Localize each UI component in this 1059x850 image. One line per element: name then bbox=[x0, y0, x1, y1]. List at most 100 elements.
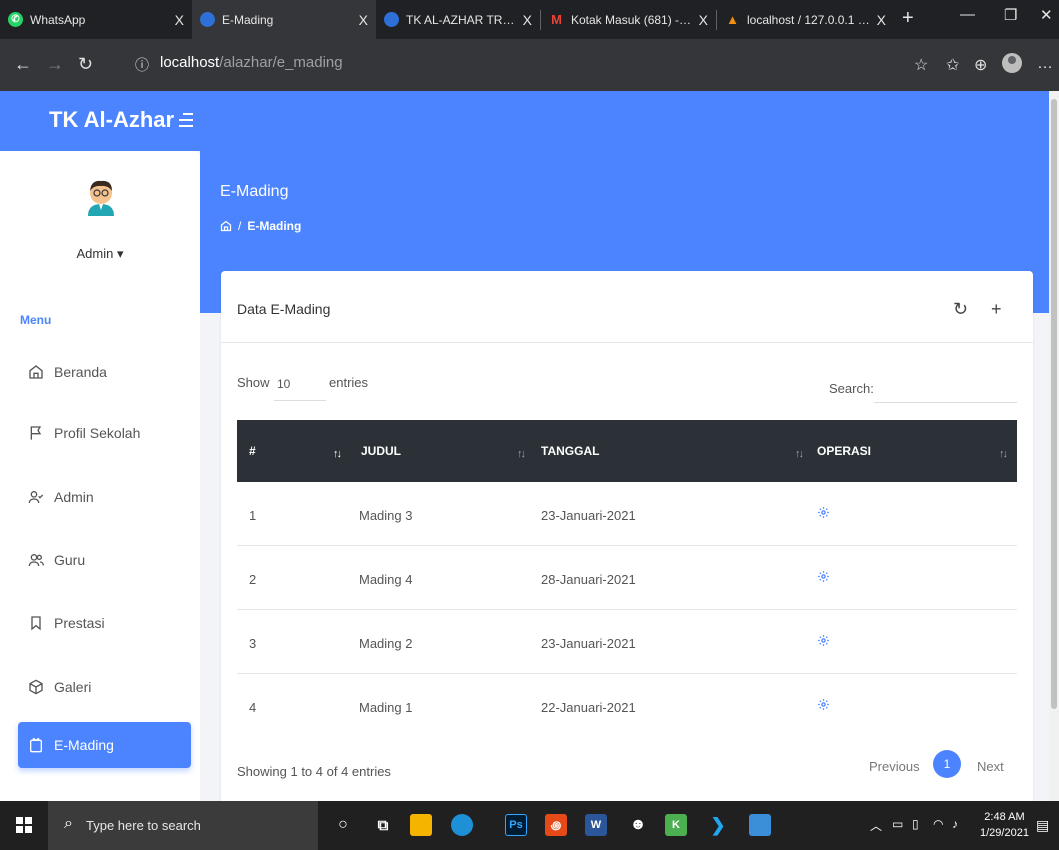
xampp-icon[interactable]: ꩜ bbox=[545, 814, 567, 836]
bookmark-icon bbox=[31, 616, 41, 631]
sidebar-item-label: Prestasi bbox=[54, 615, 105, 631]
restore-icon[interactable]: ❐ bbox=[1004, 6, 1017, 24]
windows-taskbar: ⌕ Type here to search ○ ⧉ Ps ꩜ W ☻ K ❯ ︿… bbox=[0, 801, 1059, 850]
user-dropdown[interactable]: Admin ▾ bbox=[0, 246, 200, 262]
search-input[interactable] bbox=[874, 375, 1017, 403]
brand-logo[interactable]: TK Al-Azhar bbox=[49, 107, 174, 133]
settings-gear-icon[interactable] bbox=[817, 698, 830, 711]
taskbar-clock[interactable]: 2:48 AM 1/29/2021 bbox=[980, 809, 1029, 841]
sidebar-item-profil-sekolah[interactable]: Profil Sekolah bbox=[18, 410, 191, 456]
more-menu-icon[interactable]: … bbox=[1037, 55, 1053, 73]
window-close-icon[interactable]: ✕ bbox=[1040, 6, 1053, 24]
page-1-button[interactable]: 1 bbox=[933, 750, 961, 778]
task-view-icon[interactable]: ⧉ bbox=[372, 814, 394, 836]
url-path: /alazhar/e_mading bbox=[219, 54, 343, 71]
emoji-app-icon[interactable]: ☻ bbox=[627, 814, 649, 836]
column-header-judul[interactable]: JUDUL bbox=[361, 444, 401, 458]
tab-phpmyadmin[interactable]: ▲ localhost / 127.0.0.1 / db_al X bbox=[717, 0, 894, 39]
network-icon[interactable]: ▭ bbox=[892, 817, 903, 831]
corel-icon[interactable]: K bbox=[665, 814, 687, 836]
home-icon[interactable] bbox=[220, 220, 232, 232]
users-icon bbox=[28, 554, 44, 567]
sort-icon[interactable]: ↑↓ bbox=[999, 448, 1008, 460]
sidebar-item-e-mading[interactable]: E-Mading bbox=[18, 722, 191, 768]
cell-no: 4 bbox=[249, 700, 257, 715]
previous-page-button[interactable]: Previous bbox=[869, 759, 920, 774]
collections-icon[interactable]: ⊕ bbox=[974, 55, 987, 75]
site-info-icon[interactable]: ⓘ bbox=[135, 55, 149, 75]
tab-title: localhost / 127.0.0.1 / db_al bbox=[747, 12, 871, 27]
sidebar-item-label: Beranda bbox=[54, 364, 107, 380]
sidebar-item-label: Admin bbox=[54, 489, 94, 505]
tab-close-button[interactable]: X bbox=[877, 12, 886, 28]
phpmyadmin-icon: ▲ bbox=[726, 12, 739, 27]
next-page-button[interactable]: Next bbox=[977, 759, 1004, 774]
address-bar: ← → ↻ ⓘ localhost/alazhar/e_mading ☆ ✩ ⊕… bbox=[0, 39, 1059, 91]
forward-icon[interactable]: → bbox=[46, 55, 64, 73]
tab-close-button[interactable]: X bbox=[359, 12, 368, 28]
back-icon[interactable]: ← bbox=[14, 55, 32, 73]
whatsapp-icon: ✆ bbox=[8, 12, 23, 27]
sort-icon[interactable]: ↑↓ bbox=[333, 448, 342, 460]
battery-icon[interactable]: ▯ bbox=[912, 817, 919, 831]
sidebar-item-galeri[interactable]: Galeri bbox=[18, 664, 191, 710]
table-header: # ↑↓ JUDUL ↑↓ TANGGAL ↑↓ OPERASI ↑↓ bbox=[237, 420, 1017, 482]
entries-select[interactable]: 10 bbox=[274, 371, 326, 401]
school-logo-icon bbox=[200, 12, 215, 27]
taskbar-search[interactable]: ⌕ Type here to search bbox=[48, 801, 318, 850]
tab-e-mading[interactable]: E-Mading X bbox=[192, 0, 376, 39]
wifi-icon[interactable]: ◠ bbox=[933, 817, 943, 831]
taskbar-search-placeholder: Type here to search bbox=[86, 818, 201, 833]
sidebar-item-admin[interactable]: Admin bbox=[18, 474, 191, 520]
photoshop-icon[interactable]: Ps bbox=[505, 814, 527, 836]
tab-gmail[interactable]: M Kotak Masuk (681) - amars X bbox=[541, 0, 716, 39]
photos-app-icon[interactable] bbox=[749, 814, 771, 836]
column-header-no[interactable]: # bbox=[249, 444, 256, 458]
tab-tk-al-azhar[interactable]: TK AL-AZHAR TRI MULYA J X bbox=[376, 0, 540, 39]
sidebar-toggle-icon[interactable] bbox=[179, 113, 193, 131]
cell-tanggal: 22-Januari-2021 bbox=[541, 700, 636, 715]
settings-gear-icon[interactable] bbox=[817, 634, 830, 647]
favorites-icon[interactable]: ✩ bbox=[946, 55, 959, 75]
settings-gear-icon[interactable] bbox=[817, 570, 830, 583]
volume-icon[interactable]: ♪ bbox=[952, 817, 958, 831]
cortana-icon[interactable]: ○ bbox=[332, 814, 354, 836]
page-scrollbar[interactable] bbox=[1049, 91, 1059, 801]
user-check-icon bbox=[28, 491, 44, 504]
breadcrumb: / E-Mading bbox=[220, 219, 301, 233]
notification-icon[interactable]: ▤ bbox=[1036, 817, 1049, 834]
sidebar-item-prestasi[interactable]: Prestasi bbox=[18, 600, 191, 646]
tab-close-button[interactable]: X bbox=[523, 12, 532, 28]
word-icon[interactable]: W bbox=[585, 814, 607, 836]
tab-close-button[interactable]: X bbox=[699, 12, 708, 28]
sidebar-item-beranda[interactable]: Beranda bbox=[18, 349, 191, 395]
url-field[interactable]: localhost/alazhar/e_mading bbox=[160, 54, 343, 71]
avatar[interactable] bbox=[82, 178, 120, 216]
profile-avatar-icon[interactable] bbox=[1002, 53, 1022, 73]
minimize-icon[interactable]: — bbox=[960, 6, 975, 23]
sidebar-item-label: E-Mading bbox=[54, 737, 114, 753]
file-explorer-icon[interactable] bbox=[410, 814, 432, 836]
new-tab-button[interactable]: + bbox=[902, 7, 914, 30]
tab-close-button[interactable]: X bbox=[175, 12, 184, 28]
sort-icon[interactable]: ↑↓ bbox=[517, 448, 526, 460]
scrollbar-thumb[interactable] bbox=[1051, 99, 1057, 709]
breadcrumb-current: E-Mading bbox=[247, 219, 302, 233]
reload-icon[interactable]: ↻ bbox=[78, 55, 93, 73]
sort-icon[interactable]: ↑↓ bbox=[795, 448, 804, 460]
settings-gear-icon[interactable] bbox=[817, 506, 830, 519]
tray-chevron-icon[interactable]: ︿ bbox=[870, 817, 882, 834]
cell-judul: Mading 2 bbox=[359, 636, 413, 651]
sidebar-item-guru[interactable]: Guru bbox=[18, 537, 191, 583]
tracking-prevention-icon[interactable]: ☆ bbox=[914, 55, 928, 75]
tab-whatsapp[interactable]: ✆ WhatsApp X bbox=[0, 0, 192, 39]
refresh-icon[interactable]: ↻ bbox=[953, 300, 968, 318]
table-row: 4 Mading 1 22-Januari-2021 bbox=[237, 674, 1017, 738]
cell-no: 3 bbox=[249, 636, 257, 651]
add-icon[interactable]: + bbox=[991, 300, 1002, 318]
column-header-tanggal[interactable]: TANGGAL bbox=[541, 444, 599, 458]
windows-start-icon[interactable] bbox=[16, 817, 32, 833]
vscode-icon[interactable]: ❯ bbox=[707, 814, 729, 836]
edge-browser-icon[interactable] bbox=[451, 814, 473, 836]
column-header-operasi[interactable]: OPERASI bbox=[817, 444, 871, 458]
